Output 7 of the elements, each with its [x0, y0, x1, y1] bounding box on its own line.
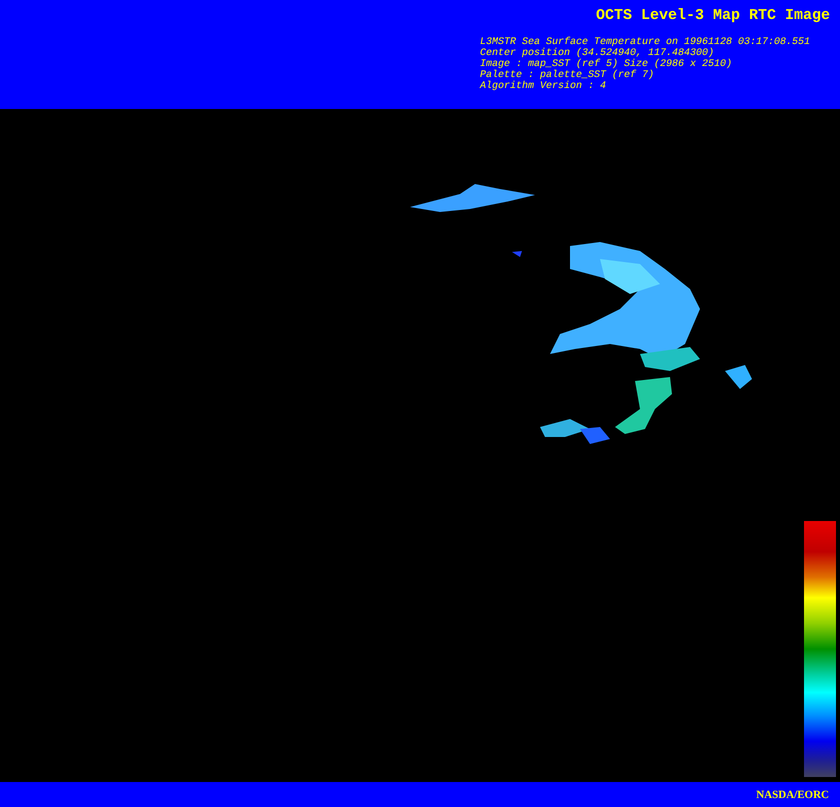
info-line: Center position (34.524940, 117.484300)	[480, 48, 714, 59]
info-line: Palette : palette_SST (ref 7)	[480, 70, 656, 81]
info-line: Image : map_SST (ref 5) Size (2986 x 2510)	[480, 59, 734, 70]
footer-credit: NASDA/EORC	[756, 788, 829, 800]
info-line: Algorithm Version : 4	[480, 81, 608, 92]
info-line: L3MSTR Sea Surface Temperature on 19961128 03:17:08.551	[480, 37, 812, 48]
image-title: OCTS Level-3 Map RTC Image	[596, 7, 830, 24]
